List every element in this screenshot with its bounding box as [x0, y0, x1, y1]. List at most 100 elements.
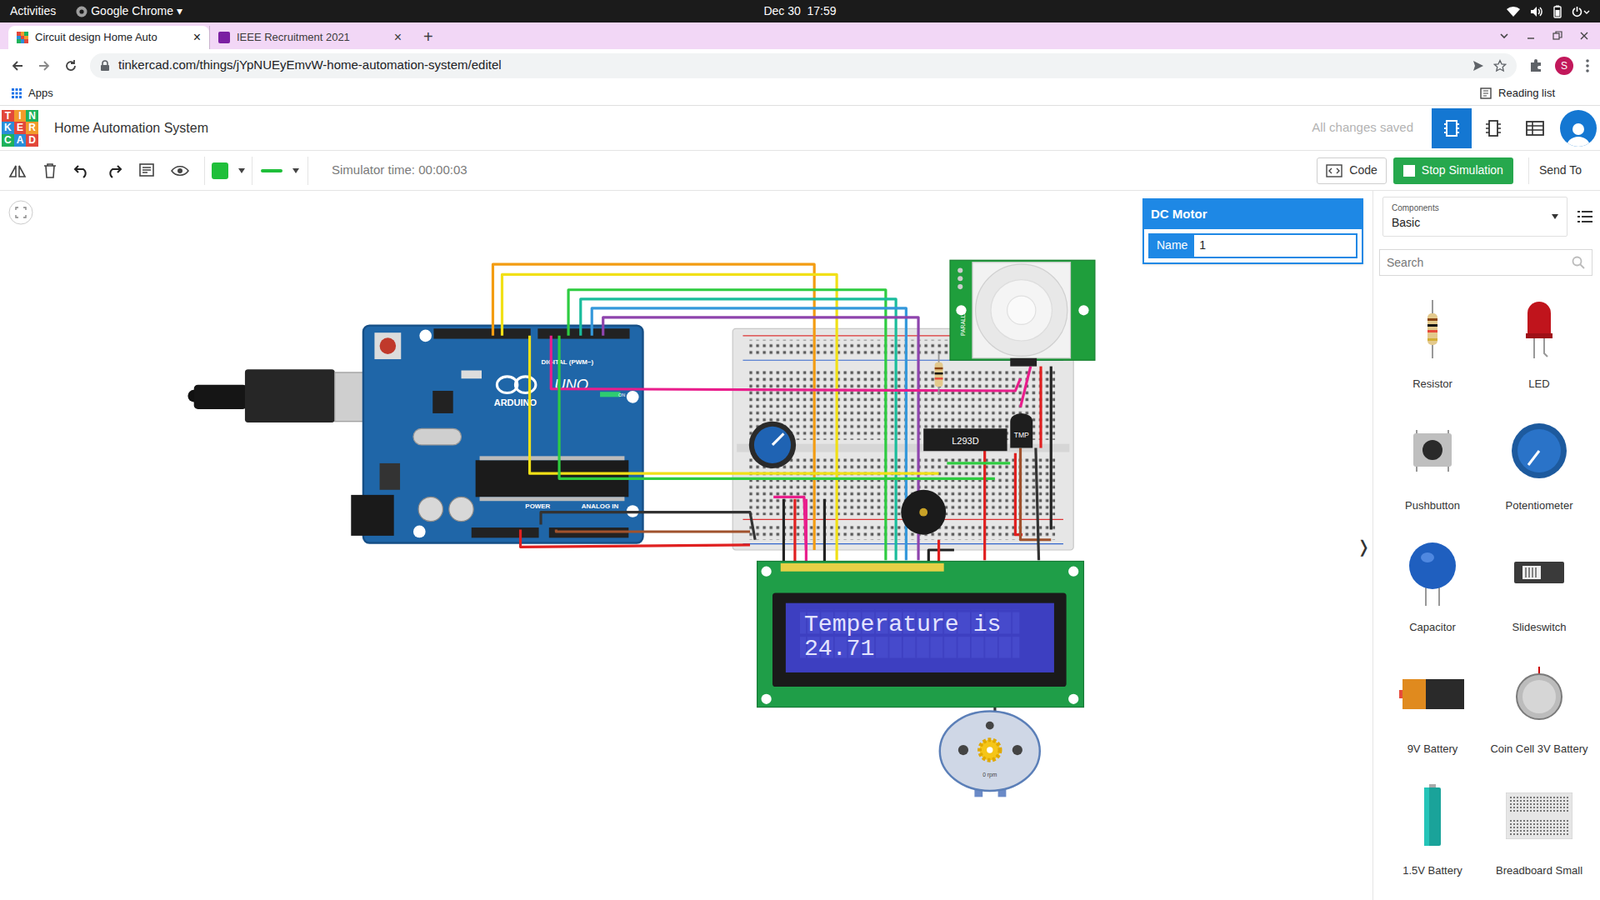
- user-avatar[interactable]: [1560, 110, 1597, 147]
- digital-label: DIGITAL (PWM~): [541, 358, 595, 366]
- potentiometer[interactable]: [749, 421, 796, 469]
- send-to-button[interactable]: Send To: [1528, 157, 1592, 185]
- simulator-time: Simulator time: 00:00:03: [331, 160, 468, 180]
- browser-tab[interactable]: IEEE Recruitment 2021×: [209, 25, 410, 50]
- tinkercad-logo[interactable]: TINKERCAD: [1, 110, 39, 147]
- tab-search-icon[interactable]: [1498, 30, 1510, 42]
- reload-icon[interactable]: [63, 58, 79, 74]
- on-label: ON: [618, 392, 625, 398]
- app-menu[interactable]: Google Chrome ▾: [75, 2, 183, 20]
- reading-list-button[interactable]: Reading list: [1480, 85, 1589, 102]
- inspector-panel[interactable]: DC Motor Name 1: [1142, 198, 1364, 265]
- dc-motor[interactable]: 0 rpm: [940, 710, 1040, 797]
- battery-icon[interactable]: [1553, 5, 1562, 19]
- url-text[interactable]: tinkercad.com/things/jYpNUEyEmvW-home-au…: [118, 55, 1464, 75]
- component-item[interactable]: Coin Cell 3V Battery: [1485, 652, 1593, 775]
- extensions-icon[interactable]: [1528, 58, 1544, 74]
- workplane[interactable]: ARDUINO UNO DIGITAL (PWM~) ON POWER ANAL…: [0, 190, 1373, 900]
- back-icon[interactable]: [10, 58, 25, 74]
- redo-icon[interactable]: [105, 163, 123, 179]
- search-field[interactable]: [1379, 249, 1593, 276]
- close-window-icon[interactable]: [1578, 30, 1590, 42]
- bookmark-item[interactable]: Apps: [11, 85, 54, 102]
- stop-simulation-button[interactable]: Stop Simulation: [1393, 157, 1514, 185]
- bookmarks-bar: Apps Reading list: [0, 81, 1600, 106]
- inspector-title: DC Motor: [1144, 200, 1362, 230]
- component-item[interactable]: Pushbutton: [1379, 409, 1486, 531]
- system-bar: Activities Google Chrome ▾ Dec 30 17:59: [0, 0, 1600, 23]
- undo-icon[interactable]: [73, 163, 90, 179]
- omnibox[interactable]: tinkercad.com/things/jYpNUEyEmvW-home-au…: [90, 53, 1517, 79]
- menu-icon[interactable]: [1585, 58, 1590, 74]
- lcd-line-1: Temperature is: [804, 611, 1002, 638]
- lock-icon[interactable]: [100, 60, 110, 72]
- tab-close-button[interactable]: ×: [394, 30, 402, 45]
- visibility-icon[interactable]: [170, 162, 190, 180]
- component-item[interactable]: Slideswitch: [1485, 530, 1593, 653]
- pir-sensor[interactable]: PARALLAX: [950, 260, 1095, 366]
- code-button[interactable]: Code: [1316, 157, 1386, 185]
- lcd-display[interactable]: Temperature is 24.71: [757, 560, 1085, 707]
- delete-icon[interactable]: [42, 162, 58, 180]
- arduino-board[interactable]: ARDUINO UNO DIGITAL (PWM~) ON POWER ANAL…: [350, 325, 643, 544]
- category-dropdown[interactable]: Components Basic: [1382, 196, 1568, 237]
- tab-close-button[interactable]: ×: [193, 30, 201, 45]
- tinkercad-favicon-icon: [16, 31, 29, 44]
- breadboard-icon: [1505, 792, 1573, 840]
- forms-favicon-icon: [218, 31, 230, 44]
- temperature-sensor[interactable]: TMP: [1010, 413, 1033, 449]
- power-label: POWER: [525, 502, 550, 510]
- design-title[interactable]: Home Automation System: [54, 118, 209, 139]
- toolbar: Simulator time: 00:00:03 Code Stop Simul…: [0, 150, 1600, 191]
- component-item[interactable]: 1.5V Battery: [1379, 774, 1486, 896]
- motor-speed: 0 rpm: [982, 771, 998, 779]
- profile-avatar[interactable]: S: [1555, 56, 1574, 75]
- component-item[interactable]: Resistor: [1379, 287, 1486, 410]
- star-icon[interactable]: [1493, 59, 1507, 73]
- component-item[interactable]: LED: [1485, 287, 1593, 410]
- notes-icon[interactable]: [138, 162, 155, 180]
- stop-icon: [1403, 165, 1415, 177]
- activities-button[interactable]: Activities: [10, 2, 56, 20]
- component-item[interactable]: 9V Battery: [1379, 652, 1486, 775]
- schematic-view-icon: [1485, 119, 1502, 138]
- circuit-view-button[interactable]: [1431, 108, 1472, 149]
- new-tab-button[interactable]: +: [423, 28, 434, 45]
- name-label: Name: [1150, 235, 1195, 257]
- name-field[interactable]: 1: [1194, 235, 1356, 257]
- send-icon[interactable]: [1471, 59, 1485, 73]
- forward-icon[interactable]: [36, 58, 52, 74]
- list-view-button[interactable]: [1515, 108, 1555, 149]
- save-status: All changes saved: [1311, 118, 1414, 138]
- clock[interactable]: Dec 30 17:59: [763, 2, 836, 20]
- battery9v-icon: [1399, 677, 1466, 711]
- list-view-icon[interactable]: [1577, 210, 1593, 224]
- color-dropdown[interactable]: [204, 156, 253, 185]
- search-input[interactable]: [1386, 254, 1572, 272]
- tab-strip: Circuit design Home Auto×IEEE Recruitmen…: [0, 22, 1600, 50]
- motor-driver-chip[interactable]: L293D: [923, 428, 1007, 451]
- browser-tab[interactable]: Circuit design Home Auto×: [8, 25, 210, 50]
- battery15-icon: [1422, 784, 1443, 848]
- component-item[interactable]: Breadboard Small: [1485, 774, 1593, 896]
- led-icon: [1522, 298, 1556, 360]
- buzzer[interactable]: [900, 490, 946, 535]
- component-item[interactable]: Capacitor: [1379, 530, 1486, 653]
- code-icon: [1325, 164, 1343, 178]
- restore-icon[interactable]: [1551, 30, 1564, 42]
- resistor[interactable]: [935, 354, 944, 395]
- circuit-diagram[interactable]: ARDUINO UNO DIGITAL (PWM~) ON POWER ANAL…: [0, 190, 1373, 900]
- chrome-icon: [75, 5, 88, 18]
- collapse-panel-button[interactable]: ❭: [1356, 534, 1371, 560]
- address-row: tinkercad.com/things/jYpNUEyEmvW-home-au…: [0, 49, 1600, 82]
- schematic-view-button[interactable]: [1473, 108, 1514, 149]
- fit-view-icon[interactable]: [8, 200, 34, 225]
- volume-icon[interactable]: [1530, 5, 1544, 18]
- wifi-icon[interactable]: [1506, 5, 1520, 18]
- minimize-icon[interactable]: [1525, 30, 1537, 42]
- wire-type-dropdown[interactable]: [252, 156, 309, 185]
- power-icon[interactable]: [1571, 5, 1590, 18]
- rotate-icon[interactable]: [8, 162, 27, 180]
- apps-grid-icon: [11, 88, 22, 99]
- component-item[interactable]: Potentiometer: [1485, 409, 1593, 531]
